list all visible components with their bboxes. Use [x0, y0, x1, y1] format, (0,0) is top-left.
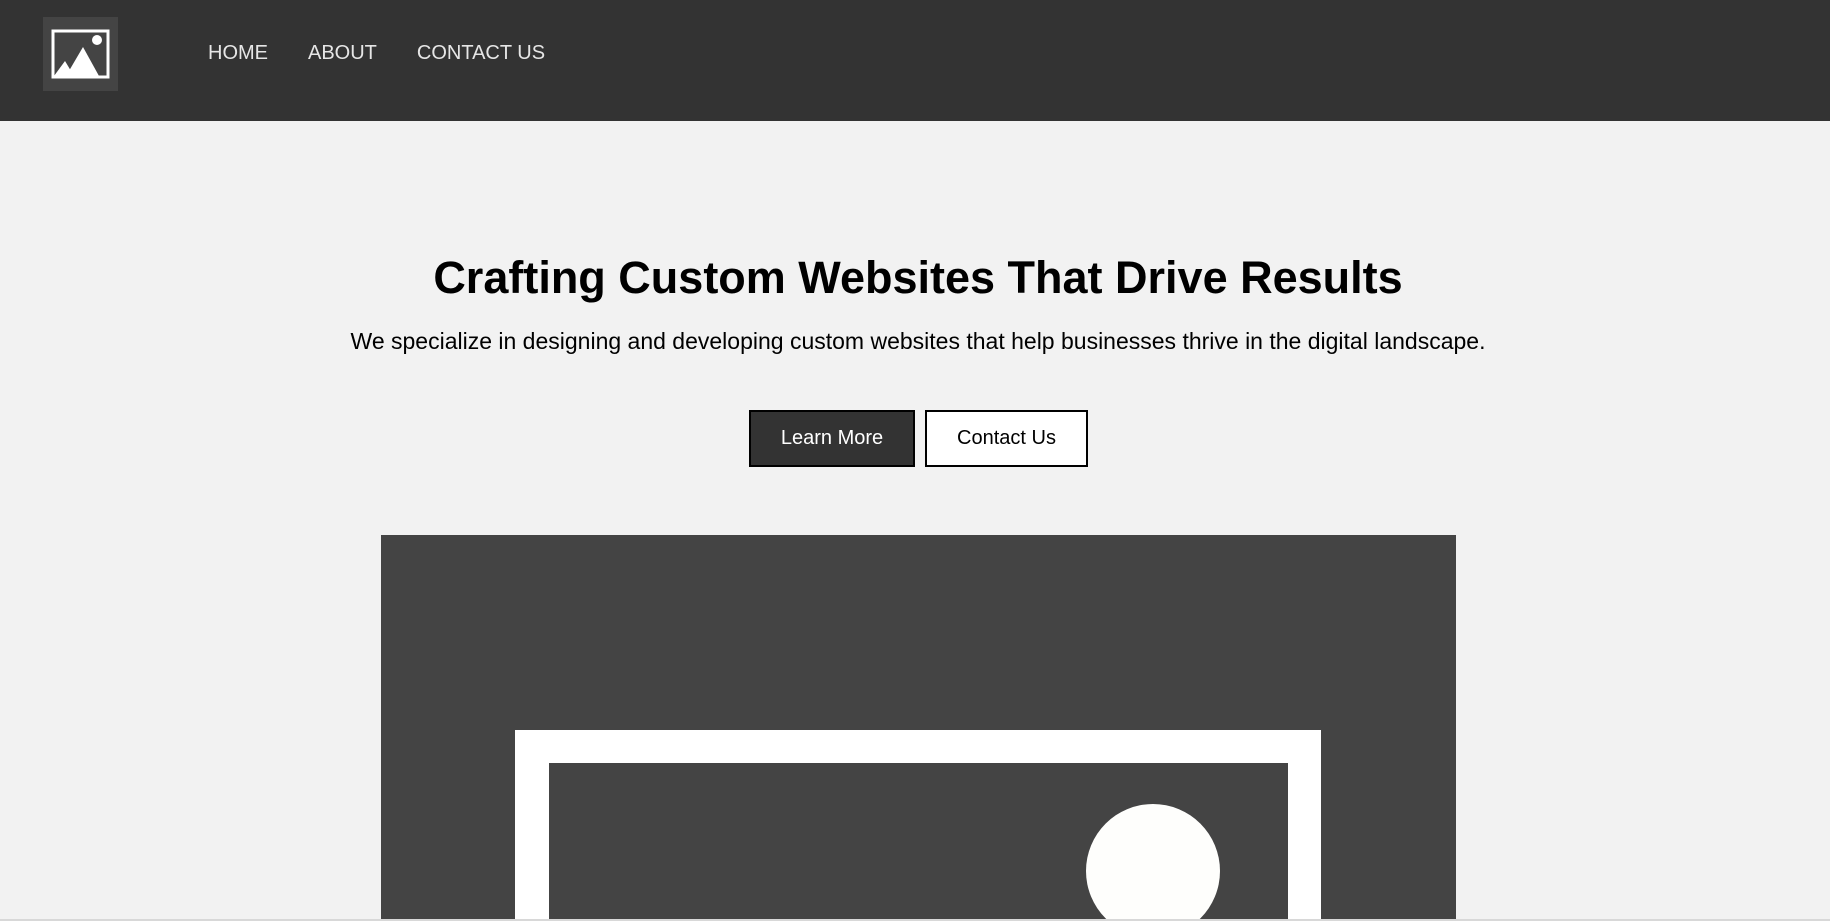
learn-more-button[interactable]: Learn More: [749, 410, 915, 467]
hero-image: [381, 535, 1456, 921]
logo[interactable]: [43, 17, 118, 91]
main-nav: HOME ABOUT CONTACT US: [208, 41, 585, 65]
nav-contact-link[interactable]: CONTACT US: [417, 41, 545, 65]
image-placeholder-icon: [51, 29, 110, 79]
top-navbar: HOME ABOUT CONTACT US: [0, 0, 1830, 121]
contact-us-button[interactable]: Contact Us: [925, 410, 1088, 467]
nav-about-link[interactable]: ABOUT: [308, 41, 377, 65]
hero-subtitle: We specialize in designing and developin…: [350, 328, 1486, 354]
nav-home-link[interactable]: HOME: [208, 41, 268, 65]
image-placeholder-icon: [515, 730, 1321, 921]
hero-title: Crafting Custom Websites That Drive Resu…: [433, 252, 1403, 303]
